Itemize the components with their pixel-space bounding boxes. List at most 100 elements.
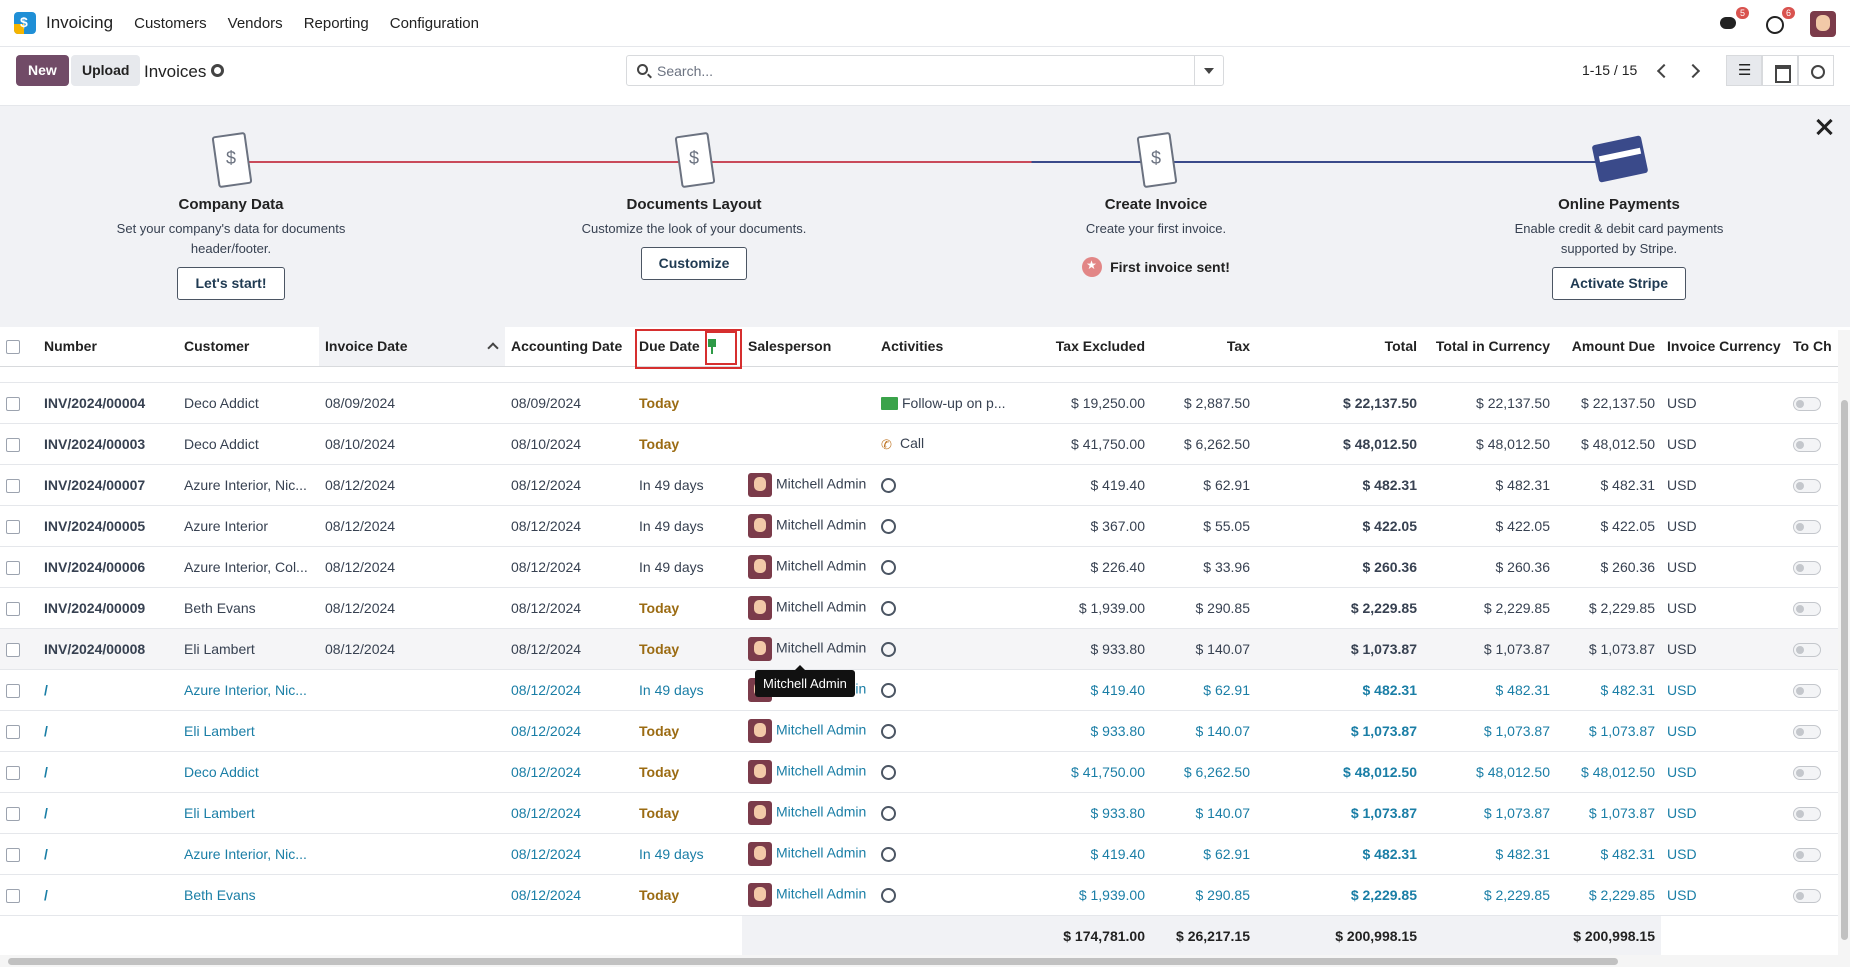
followup-activity-icon[interactable] <box>881 397 898 411</box>
cell-tax[interactable]: $ 140.07 <box>1151 628 1256 670</box>
cell-total[interactable]: $ 48,012.50 <box>1256 751 1423 793</box>
cell-invoice-currency[interactable]: USD <box>1661 464 1787 506</box>
cell-total[interactable]: $ 2,229.85 <box>1256 587 1423 629</box>
cell-accounting-date[interactable]: 08/12/2024 <box>505 710 633 752</box>
cell-accounting-date[interactable]: 08/10/2024 <box>505 423 633 465</box>
activities-clock-icon[interactable]: 6 <box>1764 6 1795 35</box>
cell-to-check[interactable] <box>1787 874 1838 916</box>
cell-customer[interactable]: Azure Interior, Col... <box>178 546 319 588</box>
search-options-chevron-icon[interactable] <box>1194 56 1223 85</box>
cell-activity[interactable] <box>875 464 1023 506</box>
cell-customer[interactable]: Eli Lambert <box>178 710 319 752</box>
column-header-invoice-date[interactable]: Invoice Date <box>319 327 505 367</box>
select-all-checkbox[interactable] <box>6 340 20 355</box>
cell-salesperson[interactable]: Mitchell Admin <box>742 710 875 752</box>
lets-start-button[interactable]: Let's start! <box>177 267 285 300</box>
cell-tax-excluded[interactable]: $ 226.40 <box>1023 546 1151 588</box>
activity-clock-icon[interactable] <box>881 764 896 780</box>
activity-clock-icon[interactable] <box>881 887 896 903</box>
to-check-toggle[interactable] <box>1793 847 1821 862</box>
cell-invoice-date[interactable] <box>319 751 505 793</box>
activity-clock-icon[interactable] <box>881 723 896 739</box>
cell-number[interactable]: / <box>38 751 178 793</box>
cell-activity[interactable] <box>875 546 1023 588</box>
cell-activity[interactable] <box>875 874 1023 916</box>
row-checkbox-cell[interactable] <box>0 382 38 424</box>
cell-salesperson[interactable]: Mitchell Admin <box>742 874 875 916</box>
column-header-invoice-currency[interactable]: Invoice Currency <box>1661 327 1787 367</box>
to-check-toggle[interactable] <box>1793 888 1821 903</box>
cell-invoice-date[interactable]: 08/12/2024 <box>319 587 505 629</box>
cell-due-date[interactable]: Today <box>633 587 742 629</box>
cell-customer[interactable]: Beth Evans <box>178 874 319 916</box>
cell-invoice-currency[interactable]: USD <box>1661 505 1787 547</box>
activity-clock-icon[interactable] <box>881 477 896 493</box>
cell-to-check[interactable] <box>1787 382 1838 424</box>
cell-activity[interactable] <box>875 751 1023 793</box>
cell-salesperson[interactable]: Mitchell Admin <box>742 587 875 629</box>
table-row[interactable]: INV/2024/00004 Deco Addict 08/09/2024 08/09… <box>0 382 1838 424</box>
salesperson-avatar[interactable] <box>748 882 772 907</box>
cell-tax-excluded[interactable]: $ 419.40 <box>1023 464 1151 506</box>
activity-clock-icon[interactable] <box>881 600 896 616</box>
cell-tax-excluded[interactable]: $ 419.40 <box>1023 669 1151 711</box>
row-checkbox-cell[interactable] <box>0 587 38 629</box>
vertical-scrollbar[interactable] <box>1838 330 1850 955</box>
activity-clock-icon[interactable] <box>881 559 896 575</box>
pager-previous-button[interactable] <box>1646 55 1678 86</box>
cell-number[interactable]: INV/2024/00003 <box>38 423 178 465</box>
cell-accounting-date[interactable]: 08/12/2024 <box>505 792 633 834</box>
row-checkbox-cell[interactable] <box>0 423 38 465</box>
cell-invoice-currency[interactable]: USD <box>1661 628 1787 670</box>
cell-invoice-date[interactable] <box>319 669 505 711</box>
to-check-toggle[interactable] <box>1793 519 1821 534</box>
cell-tax-excluded[interactable]: $ 1,939.00 <box>1023 874 1151 916</box>
cell-due-date[interactable]: Today <box>633 874 742 916</box>
row-checkbox[interactable] <box>6 888 20 903</box>
cell-invoice-currency[interactable]: USD <box>1661 833 1787 875</box>
cell-accounting-date[interactable]: 08/12/2024 <box>505 464 633 506</box>
row-checkbox-cell[interactable] <box>0 464 38 506</box>
cell-tax-excluded[interactable]: $ 1,939.00 <box>1023 587 1151 629</box>
cell-to-check[interactable] <box>1787 669 1838 711</box>
cell-to-check[interactable] <box>1787 792 1838 834</box>
column-header-customer[interactable]: Customer <box>178 327 319 367</box>
cell-accounting-date[interactable]: 08/12/2024 <box>505 546 633 588</box>
search-bar[interactable] <box>626 55 1224 86</box>
table-row[interactable]: / Eli Lambert 08/12/2024 Today Mitchell Admi… <box>0 710 1838 752</box>
row-checkbox[interactable] <box>6 806 20 821</box>
search-input[interactable] <box>657 60 1177 82</box>
cell-activity[interactable]: ✆ Call <box>875 423 1023 465</box>
salesperson-avatar[interactable] <box>748 718 772 743</box>
cell-amount-due[interactable]: $ 1,073.87 <box>1556 710 1661 752</box>
menu-reporting[interactable]: Reporting <box>304 15 369 32</box>
cell-activity[interactable] <box>875 669 1023 711</box>
cell-to-check[interactable] <box>1787 710 1838 752</box>
salesperson-avatar[interactable] <box>748 636 772 661</box>
cell-tax[interactable]: $ 6,262.50 <box>1151 423 1256 465</box>
cell-invoice-date[interactable] <box>319 792 505 834</box>
cell-amount-due[interactable]: $ 2,229.85 <box>1556 874 1661 916</box>
cell-total-in-currency[interactable]: $ 2,229.85 <box>1423 874 1556 916</box>
row-checkbox-cell[interactable] <box>0 710 38 752</box>
cell-total[interactable]: $ 2,229.85 <box>1256 874 1423 916</box>
cell-total[interactable]: $ 422.05 <box>1256 505 1423 547</box>
to-check-toggle[interactable] <box>1793 724 1821 739</box>
cell-invoice-currency[interactable]: USD <box>1661 710 1787 752</box>
column-header-accounting-date[interactable]: Accounting Date <box>505 327 633 367</box>
cell-activity[interactable] <box>875 505 1023 547</box>
cell-accounting-date[interactable]: 08/12/2024 <box>505 587 633 629</box>
cell-amount-due[interactable]: $ 422.05 <box>1556 505 1661 547</box>
to-check-toggle[interactable] <box>1793 806 1821 821</box>
sort-ascending-icon[interactable] <box>487 342 499 354</box>
cell-customer[interactable]: Deco Addict <box>178 751 319 793</box>
cell-tax-excluded[interactable]: $ 19,250.00 <box>1023 382 1151 424</box>
column-header-amount-due[interactable]: Amount Due <box>1556 327 1661 367</box>
customize-button[interactable]: Customize <box>640 247 748 280</box>
row-checkbox[interactable] <box>6 683 20 698</box>
cell-invoice-date[interactable] <box>319 874 505 916</box>
app-name[interactable]: Invoicing <box>46 13 113 33</box>
cell-salesperson[interactable]: Mitchell Admin <box>742 464 875 506</box>
cell-number[interactable]: INV/2024/00004 <box>38 382 178 424</box>
to-check-toggle[interactable] <box>1793 765 1821 780</box>
